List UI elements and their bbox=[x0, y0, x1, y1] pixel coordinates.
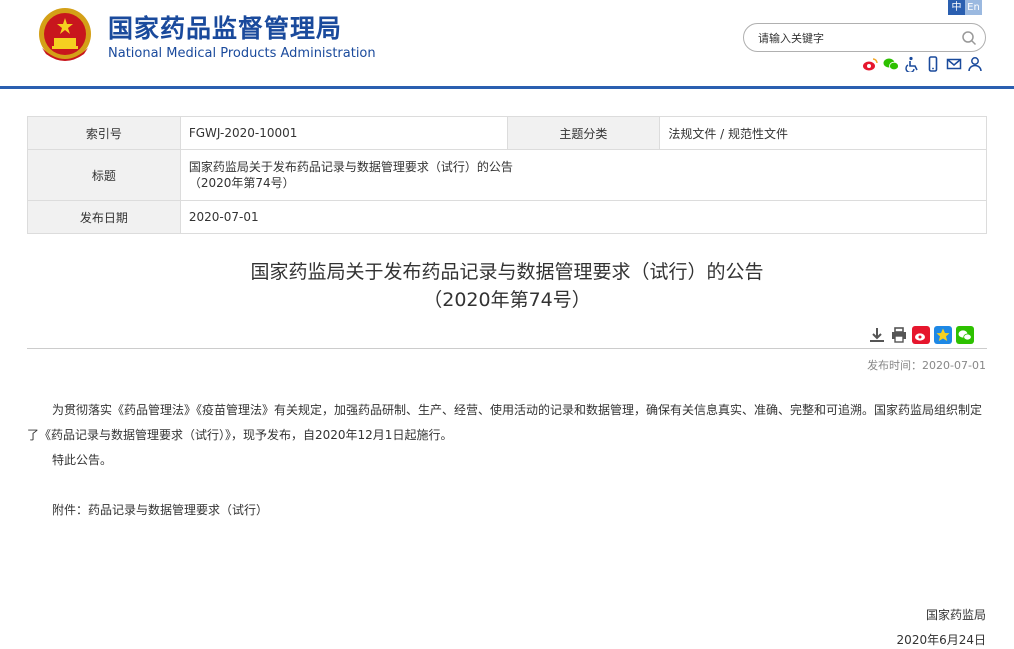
share-weibo-icon[interactable] bbox=[912, 326, 930, 344]
header-share-row bbox=[862, 56, 983, 74]
date-label: 发布日期 bbox=[27, 200, 181, 234]
document-info-table: 索引号 FGWJ-2020-10001 主题分类 法规文件 / 规范性文件 标题… bbox=[27, 116, 988, 234]
title-label: 标题 bbox=[27, 149, 181, 201]
weibo-icon[interactable] bbox=[862, 56, 878, 72]
article-body: 为贯彻落实《药品管理法》《疫苗管理法》有关规定，加强药品研制、生产、经营、使用活… bbox=[27, 398, 987, 523]
mobile-icon[interactable] bbox=[925, 56, 941, 72]
index-value: FGWJ-2020-10001 bbox=[179, 116, 508, 150]
date-value: 2020-07-01 bbox=[179, 200, 988, 234]
accessibility-icon[interactable] bbox=[904, 56, 920, 74]
print-icon[interactable] bbox=[890, 326, 908, 344]
article-paragraph: 特此公告。 bbox=[52, 453, 113, 467]
table-row: 标题 国家药监局关于发布药品记录与数据管理要求（试行）的公告 （2020年第74… bbox=[27, 149, 988, 201]
site-title-cn[interactable]: 国家药品监督管理局 bbox=[108, 9, 342, 45]
mail-icon[interactable] bbox=[946, 56, 962, 72]
article-tools bbox=[868, 326, 974, 344]
article-title: 国家药监局关于发布药品记录与数据管理要求（试行）的公告 （2020年第74号） bbox=[27, 258, 987, 314]
language-switch: 中 En bbox=[948, 0, 982, 15]
category-label: 主题分类 bbox=[506, 116, 661, 150]
search-icon[interactable] bbox=[961, 30, 977, 46]
lang-en-button[interactable]: En bbox=[965, 0, 982, 15]
article-paragraph: 为贯彻落实《药品管理法》《疫苗管理法》有关规定，加强药品研制、生产、经营、使用活… bbox=[27, 403, 983, 442]
attachment-link[interactable]: 附件：药品记录与数据管理要求（试行） bbox=[27, 498, 987, 523]
site-title-en[interactable]: National Medical Products Administration bbox=[108, 46, 376, 61]
share-wechat-icon[interactable] bbox=[956, 326, 974, 344]
wechat-icon[interactable] bbox=[883, 56, 899, 72]
category-value: 法规文件 / 规范性文件 bbox=[659, 116, 987, 150]
article-title-line2: （2020年第74号） bbox=[423, 289, 591, 311]
publish-time: 发布时间：2020-07-01 bbox=[867, 359, 986, 372]
article-divider bbox=[27, 348, 987, 349]
title-value-line2: （2020年第74号） bbox=[188, 176, 295, 190]
title-value-line1: 国家药监局关于发布药品记录与数据管理要求（试行）的公告 bbox=[188, 160, 513, 174]
article-title-line1: 国家药监局关于发布药品记录与数据管理要求（试行）的公告 bbox=[250, 261, 764, 283]
index-label: 索引号 bbox=[27, 116, 181, 150]
national-emblem-icon[interactable] bbox=[36, 4, 94, 66]
table-row: 发布日期 2020-07-01 bbox=[27, 200, 988, 234]
table-row: 索引号 FGWJ-2020-10001 主题分类 法规文件 / 规范性文件 bbox=[27, 116, 987, 150]
search-box bbox=[743, 23, 986, 52]
signature-date: 2020年6月24日 bbox=[896, 633, 986, 647]
user-icon[interactable] bbox=[967, 56, 983, 72]
header-divider-bar bbox=[0, 86, 1014, 89]
download-icon[interactable] bbox=[868, 326, 886, 344]
search-input[interactable] bbox=[758, 29, 948, 47]
site-header: 国家药品监督管理局 National Medical Products Admi… bbox=[0, 0, 1014, 88]
share-favorite-icon[interactable] bbox=[934, 326, 952, 344]
lang-zh-button[interactable]: 中 bbox=[948, 0, 965, 15]
signature-org: 国家药监局 bbox=[925, 608, 986, 622]
title-value: 国家药监局关于发布药品记录与数据管理要求（试行）的公告 （2020年第74号） bbox=[179, 149, 988, 201]
article-signature: 国家药监局 2020年6月24日 bbox=[700, 603, 986, 649]
